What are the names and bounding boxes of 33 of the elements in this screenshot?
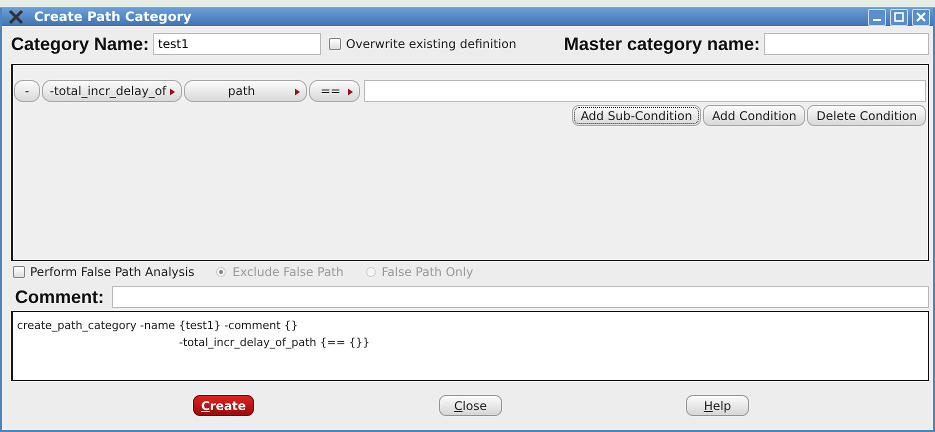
master-category-label: Master category name: (564, 34, 760, 54)
minimize-icon (873, 19, 881, 21)
window-title: Create Path Category (34, 10, 192, 24)
maximize-button[interactable] (890, 8, 908, 26)
category-name-label: Category Name: (11, 34, 150, 54)
comment-label: Comment: (15, 286, 104, 308)
condition-token-button[interactable]: -total_incr_delay_of (42, 80, 182, 102)
close-icon (916, 12, 926, 22)
command-line: -total_incr_delay_of_path {== {}} (178, 335, 371, 351)
master-category-field[interactable] (764, 33, 929, 55)
close-button[interactable] (912, 8, 930, 26)
x-logo-icon (8, 9, 24, 25)
maximize-icon (894, 12, 904, 22)
condition-button[interactable]: Delete Condition (807, 105, 926, 126)
dialog-button[interactable]: Close (439, 395, 502, 416)
category-name-field[interactable]: test1 (153, 33, 322, 55)
create-button[interactable]: Create (193, 395, 254, 416)
dialog-button[interactable]: Help (686, 395, 749, 416)
overwrite-checkbox[interactable] (329, 38, 342, 50)
comment-field[interactable] (112, 286, 929, 308)
minimize-button[interactable] (868, 8, 886, 26)
condition-button[interactable]: Add Condition (703, 105, 806, 126)
radio-label: Exclude False Path (232, 265, 344, 279)
radio-label: False Path Only (382, 265, 474, 279)
condition-value-field[interactable] (364, 80, 926, 102)
condition-button[interactable]: Add Sub-Condition (572, 105, 702, 126)
false-path-label: Perform False Path Analysis (30, 265, 194, 279)
command-line: create_path_category -name {test1} -comment {} (17, 318, 300, 334)
condition-token-button[interactable]: - (14, 80, 40, 102)
false-path-checkbox[interactable] (13, 266, 25, 278)
overwrite-label: Overwrite existing definition (346, 37, 516, 51)
condition-token-button[interactable]: == (309, 80, 360, 102)
condition-token-button[interactable]: path (184, 80, 307, 102)
